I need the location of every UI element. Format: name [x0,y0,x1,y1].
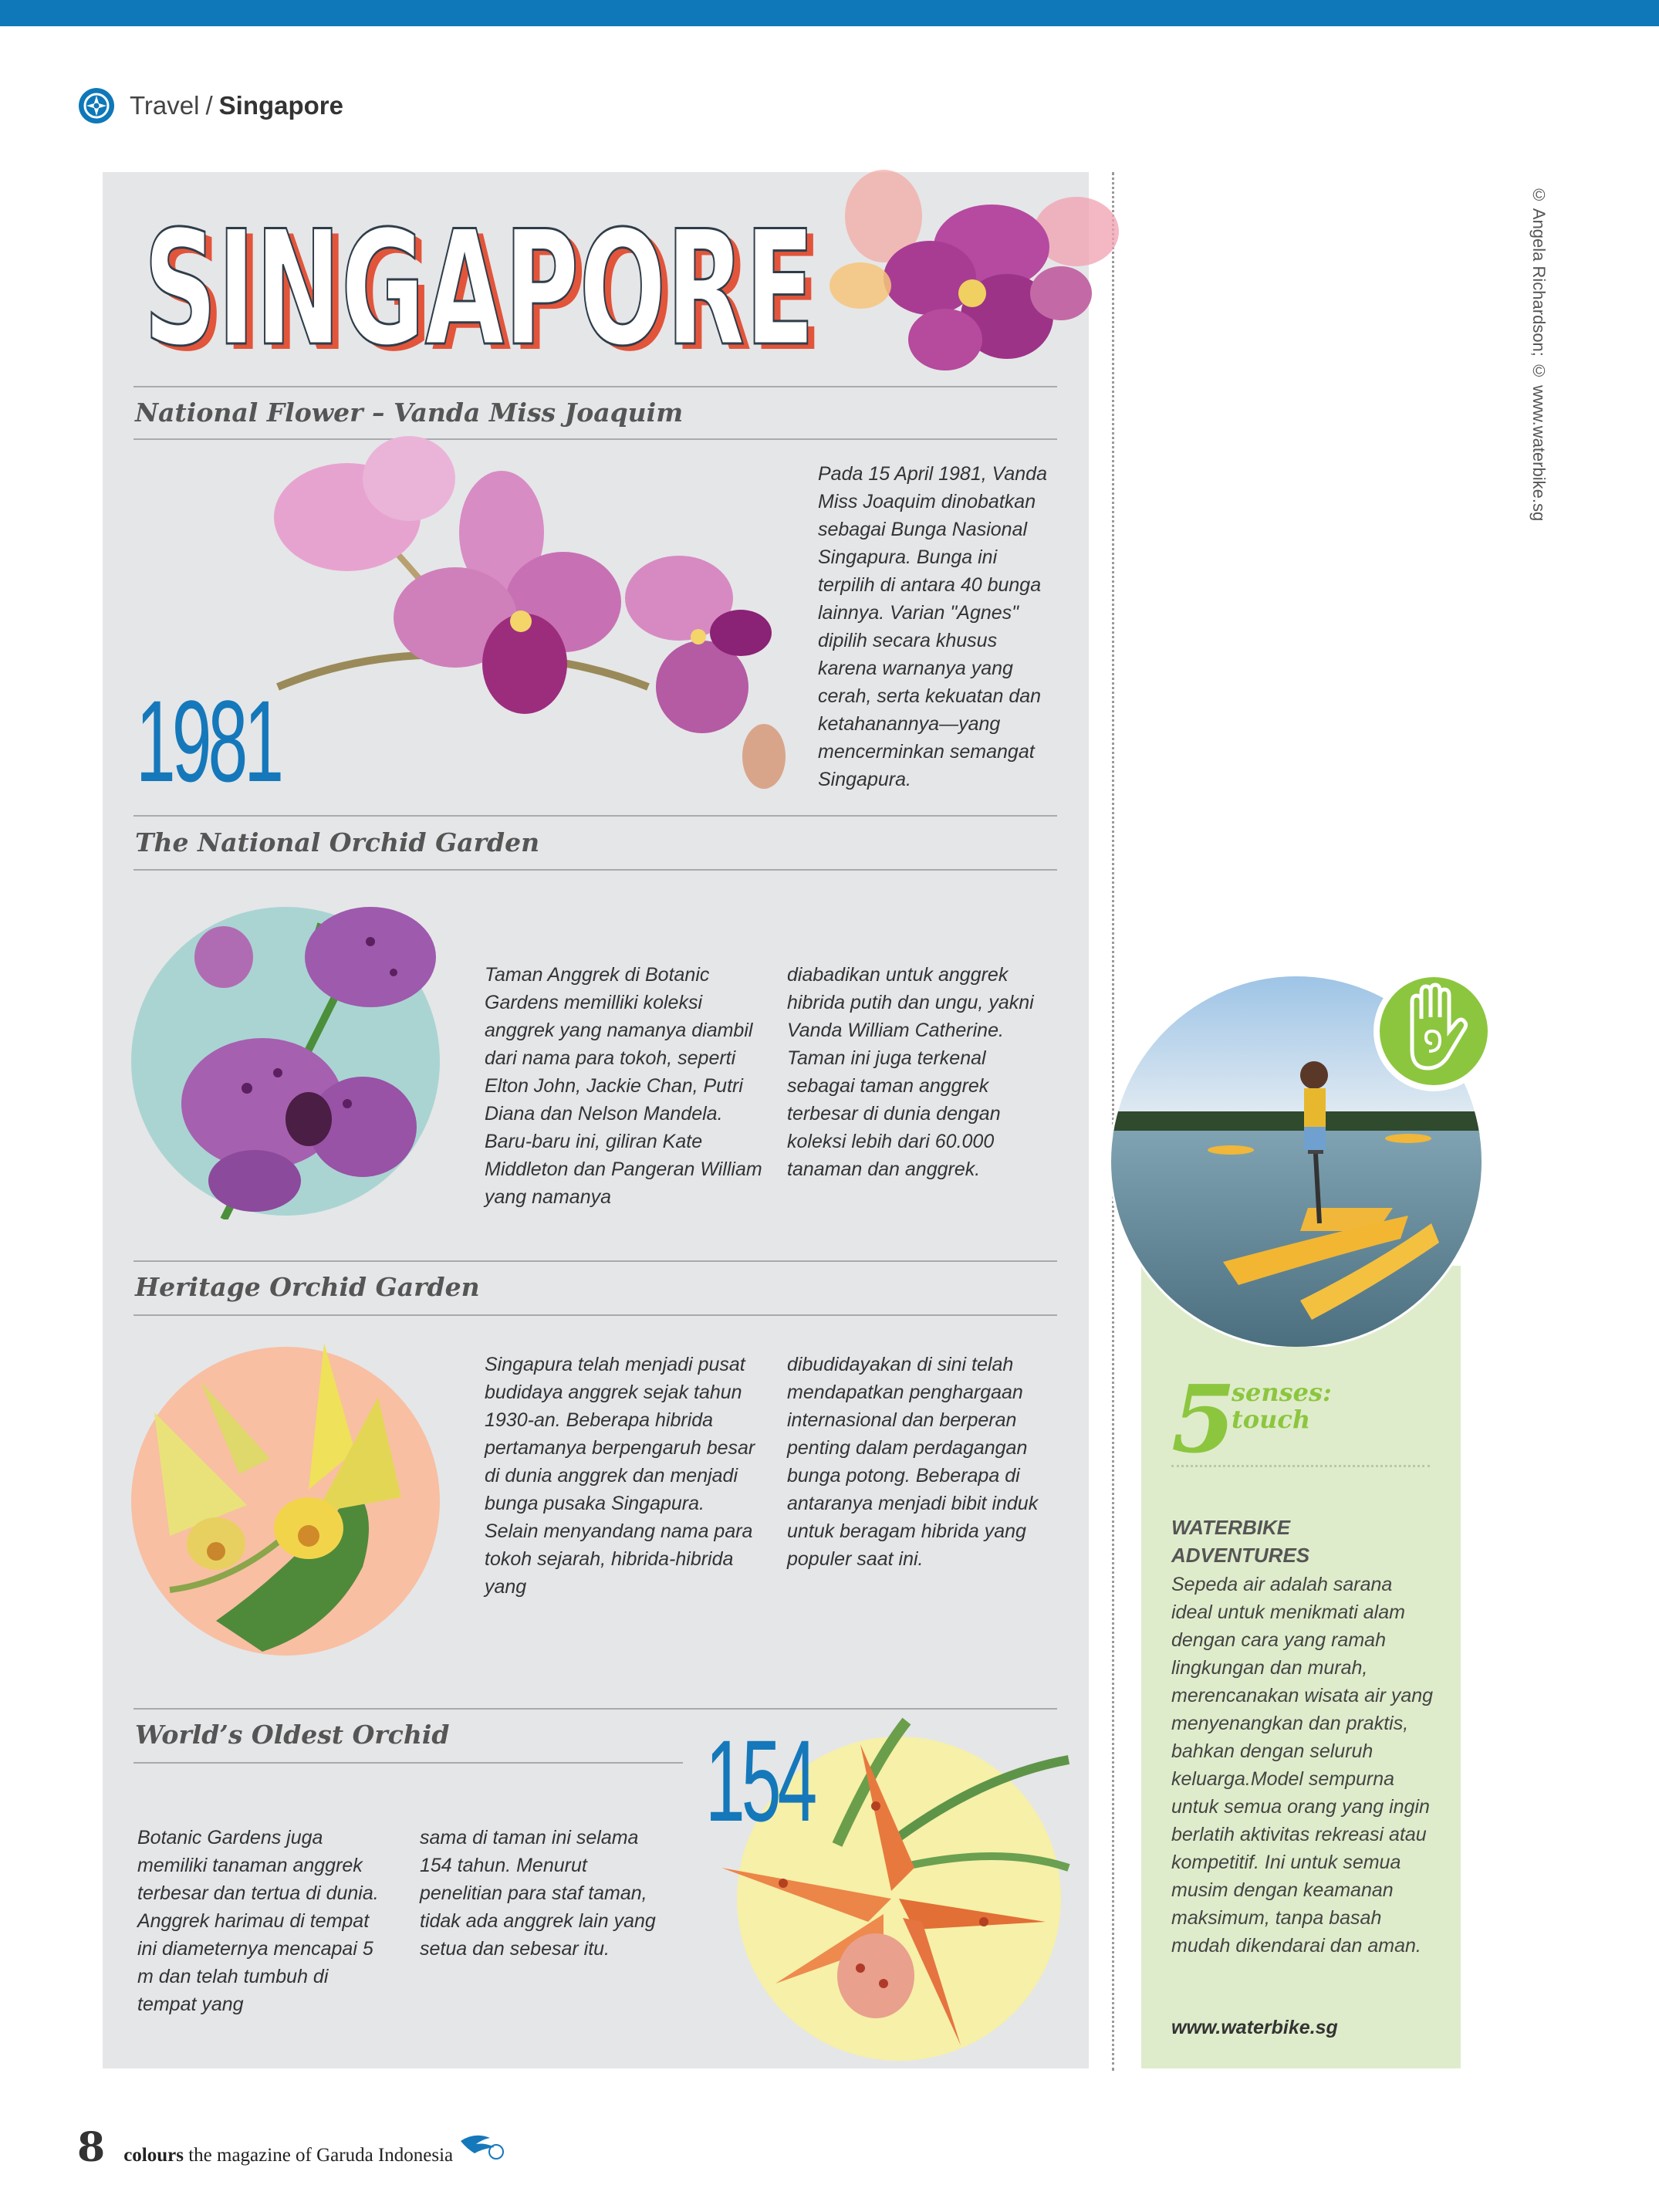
page-title: SINGAPORE SINGAPORE [143,197,823,375]
top-color-bar [0,0,1659,26]
breadcrumb-section[interactable]: Travel [130,91,199,120]
sidebar-dotted-rule [1171,1465,1430,1467]
compass-icon [79,88,114,123]
magazine-text: the magazine of [188,2145,312,2166]
hand-touch-icon [1373,971,1494,1091]
section-rule [133,815,1057,817]
waterbike-url[interactable]: www.waterbike.sg [1171,2017,1338,2039]
heritage-orchid-garden-col2: dibudidayakan di sini telah mendapatkan … [787,1354,1039,1570]
waterbike-heading-line1: WATERBIKE [1171,1516,1291,1539]
svg-text:SINGAPORE: SINGAPORE [144,198,815,374]
national-orchid-garden-col2: diabadikan untuk anggrek hibrida putih d… [787,964,1034,1180]
page-number: 8 [77,2124,106,2171]
national-flower-body: Pada 15 April 1981, Vanda Miss Joaquim d… [818,463,1047,790]
page-footer: 8 colours the magazine of Garuda Indones… [77,2124,505,2171]
heritage-orchid-garden-col1: Singapura telah menjadi pusat budidaya a… [485,1354,755,1598]
senses-label-line1: senses: [1232,1378,1332,1407]
section-title-worlds-oldest-orchid: World’s Oldest Orchid [135,1720,450,1750]
section-rule [133,1314,1057,1316]
waterbike-body: Sepeda air adalah sarana ideal untuk men… [1171,1574,1434,1957]
magazine-airline: Garuda Indonesia [316,2145,454,2166]
waterbike-heading-line2: ADVENTURES [1171,1544,1310,1567]
vanda-orchid-illustration [274,436,786,789]
breadcrumb-subsection[interactable]: Singapore [219,91,343,120]
stat-number-154: 154 [705,1716,817,1845]
section-rule [133,869,1057,871]
yellow-orchid-illustration [131,1343,440,1656]
senses-label-line2: touch [1232,1405,1311,1434]
photo-credit: © Angela Richardson; © www.waterbike.sg [1529,185,1549,522]
stat-number-1981: 1981 [136,676,284,806]
breadcrumb: Travel / Singapore [77,86,343,125]
magazine-brand: colours [123,2145,184,2166]
section-rule [133,1762,683,1764]
section-title-national-orchid-garden: The National Orchid Garden [135,827,540,857]
national-orchid-garden-col1: Taman Anggrek di Botanic Gardens memilli… [485,964,762,1208]
section-rule [133,1708,1057,1710]
section-rule [133,1260,1057,1262]
title-orchid-illustration [830,170,1119,370]
section-title-heritage-orchid-garden: Heritage Orchid Garden [135,1272,480,1302]
garuda-logo-icon [461,2135,505,2160]
worlds-oldest-orchid-col1: Botanic Gardens juga memiliki tanaman an… [137,1827,379,2015]
section-rule [133,386,1057,387]
section-title-national-flower: National Flower – Vanda Miss Joaquim [135,397,684,428]
waterbike-heading: WATERBIKE ADVENTURES [1171,1514,1309,1569]
worlds-oldest-orchid-col2: sama di taman ini selama 154 tahun. Menu… [420,1827,656,1960]
senses-number: 5 [1171,1365,1236,1474]
magazine-credit: colours the magazine of Garuda Indonesia [123,2145,453,2166]
spotted-orchid-illustration [131,907,440,1219]
breadcrumb-separator: / [205,91,213,120]
